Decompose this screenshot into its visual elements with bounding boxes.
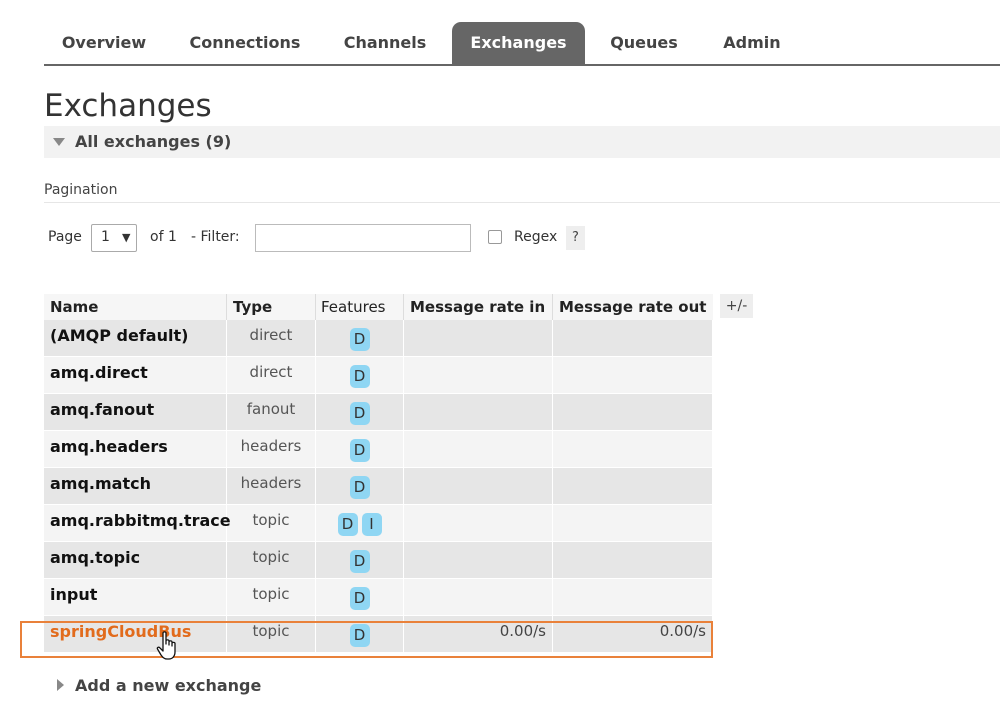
add-new-exchange-toggle[interactable]: Add a new exchange <box>75 676 261 695</box>
filter-input[interactable] <box>255 224 471 252</box>
feature-badge: D <box>337 513 358 536</box>
message-rate-out <box>553 394 713 431</box>
message-rate-in <box>404 394 553 431</box>
message-rate-out <box>553 505 713 542</box>
column-header-type[interactable]: Type <box>227 294 316 320</box>
exchange-name-link[interactable]: amq.rabbitmq.trace <box>44 505 231 542</box>
exchange-features: D <box>316 394 404 431</box>
triangle-down-icon <box>53 138 65 146</box>
exchange-features: DI <box>316 505 404 542</box>
exchange-name-link[interactable]: amq.headers <box>44 431 227 468</box>
message-rate-out <box>553 320 713 357</box>
table-row[interactable]: amq.headers headers D <box>44 431 713 468</box>
column-header-rate-out[interactable]: Message rate out <box>553 294 713 320</box>
exchange-type: direct <box>227 357 316 394</box>
tab-queues[interactable]: Queues <box>597 22 691 64</box>
feature-badge: I <box>361 513 382 536</box>
table-row[interactable]: amq.match headers D <box>44 468 713 505</box>
section-label: All exchanges (9) <box>75 132 232 151</box>
page-select-value: 1 <box>101 229 110 245</box>
exchange-type: topic <box>227 505 316 542</box>
exchange-name-link[interactable]: amq.fanout <box>44 394 227 431</box>
exchange-name-link[interactable]: amq.direct <box>44 357 227 394</box>
message-rate-in <box>404 357 553 394</box>
highlight-box <box>20 621 713 658</box>
column-header-features[interactable]: Features <box>316 294 404 320</box>
regex-label: Regex <box>514 229 558 245</box>
exchange-type: headers <box>227 468 316 505</box>
table-row[interactable]: amq.topic topic D <box>44 542 713 579</box>
tab-admin[interactable]: Admin <box>705 22 799 64</box>
message-rate-in <box>404 431 553 468</box>
tab-overview[interactable]: Overview <box>44 22 164 64</box>
message-rate-in <box>404 468 553 505</box>
column-header-name[interactable]: Name <box>44 294 227 320</box>
message-rate-in <box>404 579 553 616</box>
column-header-rate-in[interactable]: Message rate in <box>404 294 553 320</box>
exchange-features: D <box>316 542 404 579</box>
table-row[interactable]: (AMQP default) direct D <box>44 320 713 357</box>
table-row[interactable]: input topic D <box>44 579 713 616</box>
exchange-name-link[interactable]: amq.topic <box>44 542 227 579</box>
table-row[interactable]: amq.rabbitmq.trace topic D I <box>44 505 713 542</box>
exchange-type: fanout <box>227 394 316 431</box>
all-exchanges-section-header[interactable]: All exchanges (9) <box>44 126 1000 158</box>
page-label: Page <box>48 229 82 245</box>
tab-exchanges[interactable]: Exchanges <box>452 22 585 64</box>
table-row[interactable]: amq.direct direct D <box>44 357 713 394</box>
exchange-features: D <box>316 320 404 357</box>
exchange-type: headers <box>227 431 316 468</box>
message-rate-out <box>553 357 713 394</box>
table-row[interactable]: amq.fanout fanout D <box>44 394 713 431</box>
feature-badge: D <box>349 365 370 388</box>
chevron-down-icon: ▼ <box>122 231 131 244</box>
exchange-type: topic <box>227 579 316 616</box>
exchange-type: topic <box>227 542 316 579</box>
exchange-features: D <box>316 468 404 505</box>
feature-badge: D <box>349 328 370 351</box>
of-pages-label: of 1 <box>150 229 177 245</box>
exchange-features: D <box>316 579 404 616</box>
exchange-name-link[interactable]: (AMQP default) <box>44 320 227 357</box>
help-button[interactable]: ? <box>566 226 585 250</box>
tab-connections[interactable]: Connections <box>172 22 318 64</box>
feature-badge: D <box>349 550 370 573</box>
filter-label: - Filter: <box>191 229 240 245</box>
feature-badge: D <box>349 476 370 499</box>
message-rate-in <box>404 320 553 357</box>
main-nav: Overview Connections Channels Exchanges … <box>44 22 1000 66</box>
column-toggle-button[interactable]: +/- <box>720 294 753 318</box>
message-rate-in <box>404 505 553 542</box>
page-title: Exchanges <box>44 88 212 124</box>
hand-pointer-icon <box>156 631 176 660</box>
exchange-name-link[interactable]: amq.match <box>44 468 227 505</box>
exchange-features: D <box>316 357 404 394</box>
exchange-type: direct <box>227 320 316 357</box>
pagination-label: Pagination <box>44 182 118 198</box>
regex-checkbox[interactable] <box>488 230 502 244</box>
page-select[interactable]: 1 ▼ <box>91 224 137 252</box>
feature-badge: D <box>349 402 370 425</box>
exchange-features: D <box>316 431 404 468</box>
divider <box>44 202 1000 203</box>
feature-badge: D <box>349 587 370 610</box>
tab-channels[interactable]: Channels <box>330 22 440 64</box>
message-rate-out <box>553 468 713 505</box>
triangle-right-icon <box>57 679 64 691</box>
message-rate-in <box>404 542 553 579</box>
message-rate-out <box>553 579 713 616</box>
feature-badge: D <box>349 439 370 462</box>
exchange-name-link[interactable]: input <box>44 579 227 616</box>
message-rate-out <box>553 431 713 468</box>
message-rate-out <box>553 542 713 579</box>
